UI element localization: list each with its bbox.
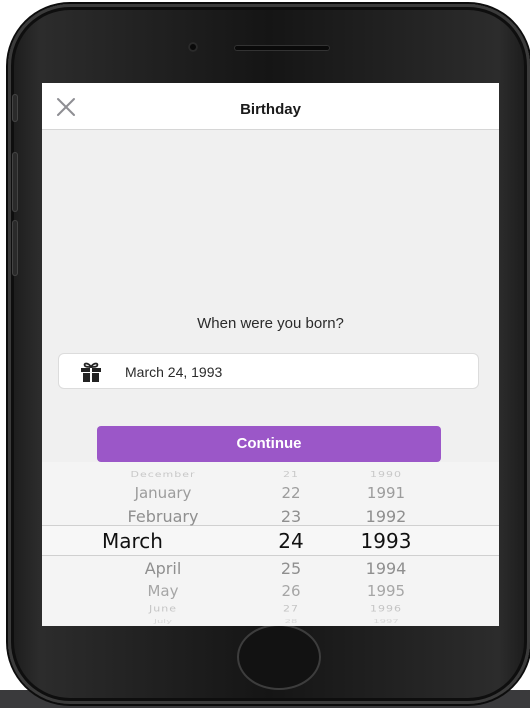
day-option-selected[interactable]: 24	[264, 529, 318, 553]
home-button[interactable]	[237, 624, 321, 690]
earpiece-speaker	[234, 45, 330, 51]
month-option[interactable]: April	[70, 559, 256, 578]
year-option[interactable]: 1992	[344, 507, 428, 526]
year-option[interactable]: 1994	[344, 559, 428, 578]
year-option[interactable]: 1990	[344, 470, 428, 480]
month-option[interactable]: December	[70, 470, 256, 480]
year-option[interactable]: 1996	[344, 603, 428, 613]
month-option[interactable]: June	[70, 603, 256, 613]
volume-up-button	[12, 152, 18, 212]
page: Birthday When were you born? March 24, 1…	[0, 0, 530, 708]
year-option-selected[interactable]: 1993	[344, 529, 428, 553]
month-option-selected[interactable]: March	[70, 529, 256, 553]
nav-bar: Birthday	[42, 83, 499, 130]
year-option[interactable]: 1991	[344, 484, 428, 502]
month-option[interactable]: January	[70, 484, 256, 502]
year-wheel[interactable]: 1990 1991 1992 1993 1994 1995 1996 1997	[344, 462, 428, 626]
mute-switch	[12, 94, 18, 122]
day-option[interactable]: 21	[264, 470, 318, 480]
month-option[interactable]: May	[70, 582, 256, 600]
day-option[interactable]: 23	[264, 507, 318, 526]
date-picker[interactable]: December January February March April Ma…	[42, 462, 499, 626]
day-option[interactable]: 26	[264, 582, 318, 600]
day-option[interactable]: 28	[264, 619, 318, 625]
question-label: When were you born?	[197, 315, 344, 332]
birthday-value: March 24, 1993	[125, 364, 223, 380]
gift-icon	[81, 362, 101, 382]
birthday-field[interactable]: March 24, 1993	[58, 353, 479, 389]
day-option[interactable]: 22	[264, 484, 318, 502]
month-option[interactable]: February	[70, 507, 256, 526]
page-title: Birthday	[240, 101, 301, 118]
day-option[interactable]: 27	[264, 603, 318, 613]
front-camera	[188, 42, 198, 52]
year-option[interactable]: 1995	[344, 582, 428, 600]
day-wheel[interactable]: 21 22 23 24 25 26 27 28	[264, 462, 318, 626]
phone-screen: Birthday When were you born? March 24, 1…	[42, 83, 499, 626]
day-option[interactable]: 25	[264, 559, 318, 578]
month-wheel[interactable]: December January February March April Ma…	[70, 462, 256, 626]
volume-down-button	[12, 220, 18, 276]
month-option[interactable]: July	[70, 619, 256, 625]
continue-button[interactable]: Continue	[97, 426, 441, 462]
year-option[interactable]: 1997	[344, 619, 428, 625]
